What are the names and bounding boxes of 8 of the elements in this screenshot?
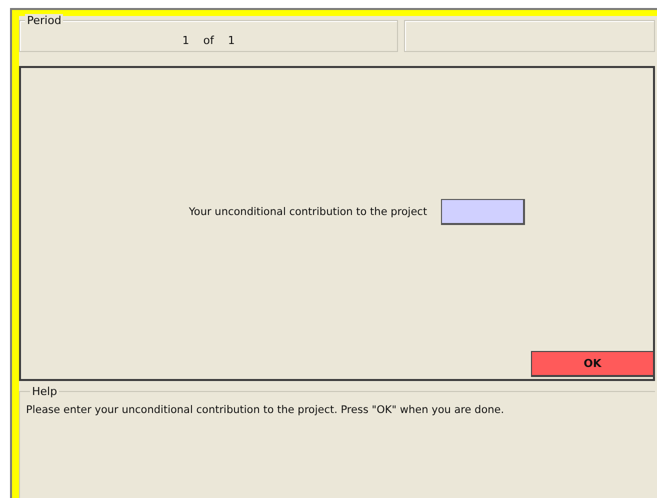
- contribution-input[interactable]: [441, 198, 526, 224]
- contribution-label: Your unconditional contribution to the project: [188, 206, 428, 218]
- period-total: 1: [228, 34, 235, 47]
- period-legend: Period: [25, 14, 64, 27]
- period-separator: of: [203, 34, 214, 47]
- period-current: 1: [182, 34, 190, 47]
- help-legend: Help: [30, 385, 60, 398]
- ok-button[interactable]: OK: [531, 351, 655, 377]
